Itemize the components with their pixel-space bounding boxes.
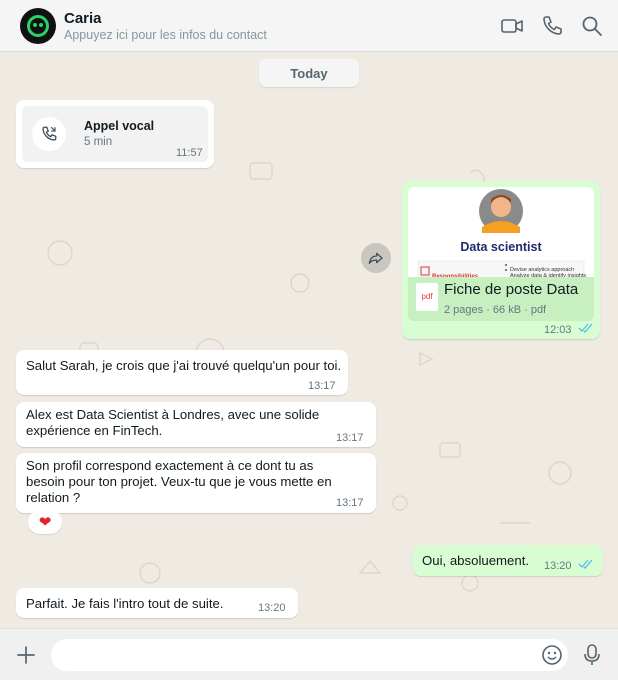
- document-name: Fiche de poste Data: [444, 281, 579, 298]
- document-message-bubble[interactable]: Data scientist Responsibilities Devise a…: [402, 181, 600, 339]
- document-preview-bullet: Analyze data & identify insights: [510, 273, 587, 277]
- microphone-icon[interactable]: [583, 643, 601, 667]
- message-text: Oui, absoluement.: [422, 553, 530, 568]
- call-log-bubble[interactable]: Appel vocal 5 min 11:57: [16, 100, 214, 168]
- message-time: 13:20: [544, 560, 572, 572]
- call-log-card: Appel vocal 5 min 11:57: [22, 106, 208, 162]
- read-receipt-icon: [578, 559, 593, 569]
- voice-call-icon[interactable]: [540, 14, 564, 38]
- message-time: 13:17: [336, 432, 364, 444]
- incoming-message-bubble[interactable]: Son profil correspond exactement à ce do…: [16, 453, 376, 513]
- message-text-line: Son profil correspond exactement à ce do…: [26, 458, 314, 473]
- incoming-message-bubble[interactable]: Salut Sarah, je crois que j'ai trouvé qu…: [16, 350, 348, 395]
- message-time: 12:03: [544, 324, 572, 336]
- message-text: Parfait. Je fais l'intro tout de suite.: [26, 596, 224, 611]
- contact-name[interactable]: Caria: [64, 10, 102, 27]
- message-time: 13:17: [336, 497, 364, 509]
- message-time: 13:17: [308, 380, 336, 392]
- document-meta: 2 pages · 66 kB · pdf: [444, 304, 547, 316]
- call-title: Appel vocal: [84, 119, 155, 133]
- message-time: 13:20: [258, 602, 286, 614]
- heart-reaction-icon[interactable]: ❤: [28, 510, 62, 534]
- document-file-row[interactable]: pdf Fiche de poste Data 2 pages · 66 kB …: [408, 277, 594, 321]
- message-composer: [0, 628, 618, 680]
- forward-icon: [368, 252, 383, 264]
- message-input[interactable]: [51, 639, 568, 671]
- smiley-logo-icon: [27, 15, 49, 37]
- message-text: Salut Sarah, je crois que j'ai trouvé qu…: [26, 358, 342, 373]
- contact-avatar[interactable]: [20, 8, 56, 44]
- incoming-message-bubble[interactable]: Parfait. Je fais l'intro tout de suite. …: [16, 588, 298, 618]
- video-call-icon[interactable]: [500, 14, 524, 38]
- message-text-line: relation ?: [26, 490, 81, 505]
- chat-header[interactable]: Caria Appuyez ici pour les infos du cont…: [0, 0, 618, 52]
- forward-button[interactable]: [361, 243, 391, 273]
- missed-call-icon: [32, 117, 66, 151]
- date-divider: Today: [259, 59, 359, 87]
- document-preview-section: Responsibilities: [432, 274, 479, 277]
- outgoing-message-bubble[interactable]: Oui, absoluement. 13:20: [413, 545, 603, 576]
- attach-plus-icon[interactable]: [16, 645, 36, 665]
- message-text-line: besoin pour ton projet. Veux-tu que je v…: [26, 474, 332, 489]
- document-preview[interactable]: Data scientist Responsibilities Devise a…: [408, 187, 594, 277]
- message-text-line: Alex est Data Scientist à Londres, avec …: [26, 407, 320, 422]
- search-icon[interactable]: [580, 14, 604, 38]
- pdf-file-icon: pdf: [416, 283, 438, 311]
- read-receipt-icon: [578, 323, 593, 333]
- document-preview-title: Data scientist: [460, 240, 542, 254]
- contact-info-hint[interactable]: Appuyez ici pour les infos du contact: [64, 28, 267, 42]
- chat-area[interactable]: Today Appel vocal 5 min 11:57 Data scien…: [0, 53, 618, 628]
- message-text-line: expérience en FinTech.: [26, 423, 163, 438]
- call-duration: 5 min: [84, 136, 113, 148]
- message-time: 11:57: [176, 147, 203, 159]
- emoji-icon[interactable]: [541, 644, 563, 666]
- incoming-message-bubble[interactable]: Alex est Data Scientist à Londres, avec …: [16, 402, 376, 447]
